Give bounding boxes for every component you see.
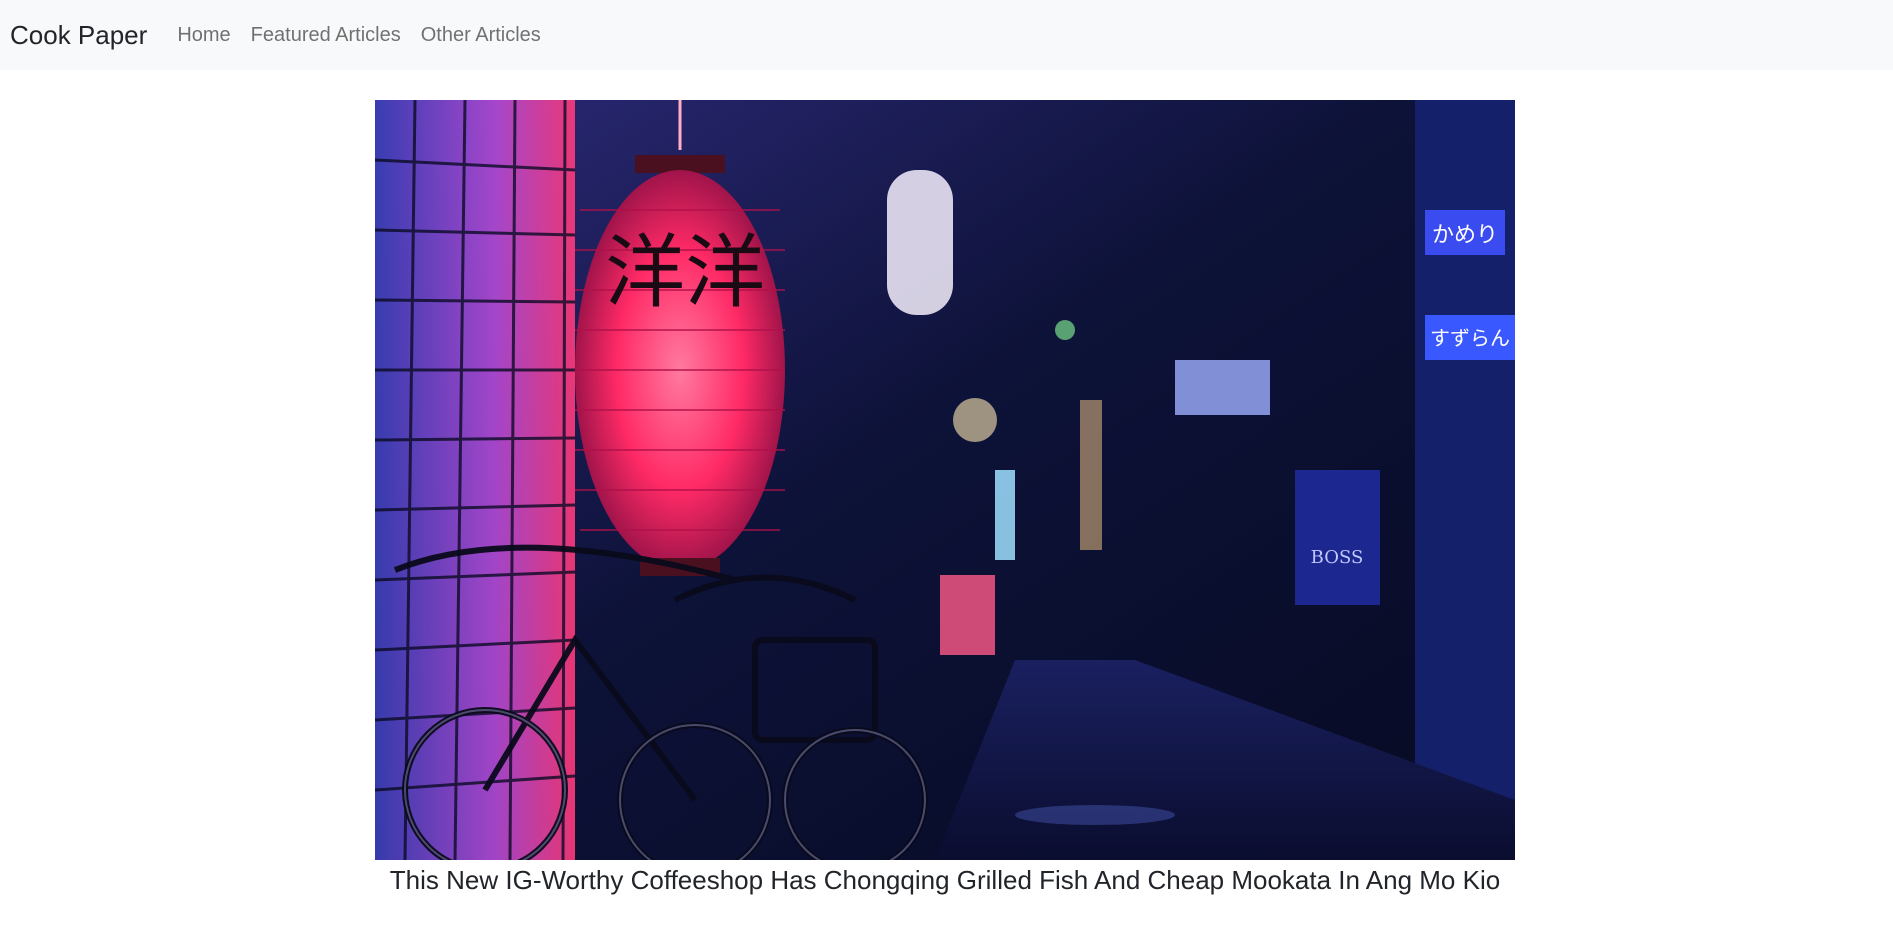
- brand-link[interactable]: Cook Paper: [10, 20, 147, 51]
- nav-link-home[interactable]: Home: [177, 24, 230, 47]
- article-title[interactable]: This New IG-Worthy Coffeeshop Has Chongq…: [375, 862, 1515, 898]
- sign-text-kameri: かめり: [1432, 223, 1498, 248]
- article-hero-image[interactable]: かめり すずらん BOSS 洋洋: [375, 100, 1515, 860]
- nav-link-featured-articles[interactable]: Featured Articles: [251, 24, 401, 47]
- sign-text-boss: BOSS: [1311, 547, 1364, 568]
- top-navbar: Cook Paper Home Featured Articles Other …: [0, 0, 1893, 70]
- sign-text-suzuran: すずらん: [1430, 326, 1510, 350]
- nav-link-other-articles[interactable]: Other Articles: [421, 24, 541, 47]
- lantern-characters: 洋洋: [605, 226, 765, 319]
